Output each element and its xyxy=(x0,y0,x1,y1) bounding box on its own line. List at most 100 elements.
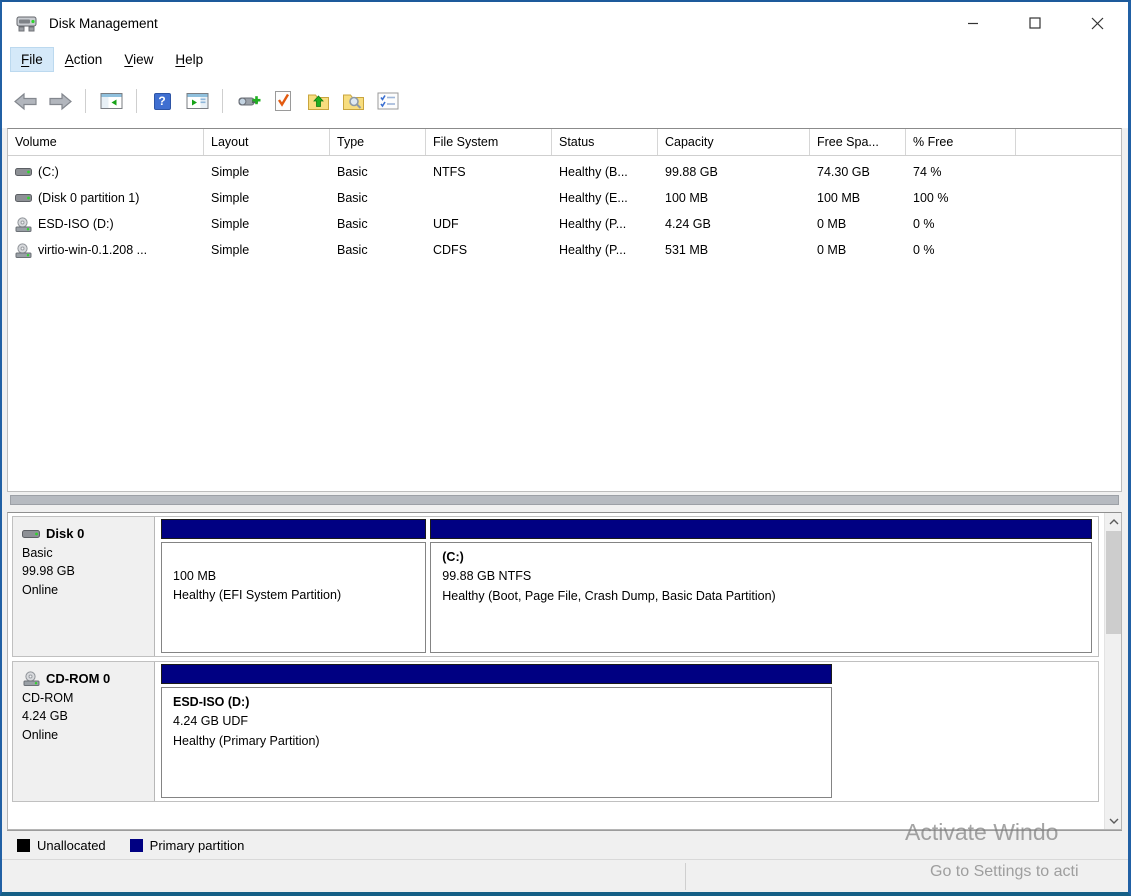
activate-windows-watermark-line1: Activate Windo xyxy=(905,819,1058,846)
disk0-row: Disk 0 Basic 99.98 GB Online 100 MB Heal… xyxy=(12,516,1099,657)
action-pane-icon xyxy=(186,92,209,110)
cdrom0-status: Online xyxy=(22,726,145,745)
volume-row-disk0-partition1[interactable]: (Disk 0 partition 1) Simple Basic Health… xyxy=(8,185,1121,211)
close-icon xyxy=(1091,17,1104,30)
disk-management-window: Disk Management File Action View Help xyxy=(0,0,1131,896)
menu-action[interactable]: Action xyxy=(54,47,114,72)
cdrom0-label-panel[interactable]: CD-ROM 0 CD-ROM 4.24 GB Online xyxy=(13,662,155,801)
disk0-size: 99.98 GB xyxy=(22,562,145,581)
console-tree-icon xyxy=(100,92,123,110)
toolbar-separator xyxy=(136,89,137,113)
back-arrow-icon xyxy=(13,92,38,111)
help-button[interactable] xyxy=(149,88,175,114)
volume-list-body: (C:) Simple Basic NTFS Healthy (B... 99.… xyxy=(8,156,1121,263)
column-header-capacity[interactable]: Capacity xyxy=(658,129,810,155)
disk0-type: Basic xyxy=(22,544,145,563)
partition-color-bar xyxy=(430,519,1091,539)
disk0-c-partition[interactable]: (C:) 99.88 GB NTFS Healthy (Boot, Page F… xyxy=(430,519,1091,653)
horizontal-scrollbar-thumb[interactable] xyxy=(10,495,1119,505)
folder-search-button[interactable] xyxy=(340,88,366,114)
scroll-up-button[interactable] xyxy=(1105,513,1122,530)
show-console-tree-button[interactable] xyxy=(98,88,124,114)
cdrom0-name: CD-ROM 0 xyxy=(46,669,110,689)
folder-up-icon xyxy=(307,91,330,111)
toolbar-separator xyxy=(85,89,86,113)
minimize-button[interactable] xyxy=(942,2,1004,44)
volume-row-c[interactable]: (C:) Simple Basic NTFS Healthy (B... 99.… xyxy=(8,159,1121,185)
menu-view[interactable]: View xyxy=(113,47,164,72)
disk0-partition-strip: 100 MB Healthy (EFI System Partition) (C… xyxy=(155,517,1098,656)
hard-disk-icon xyxy=(22,528,42,540)
help-icon xyxy=(154,93,171,110)
status-bar-divider xyxy=(685,863,686,890)
menu-file[interactable]: File xyxy=(10,47,54,72)
vertical-scrollbar[interactable] xyxy=(1104,513,1121,829)
partition-info-box[interactable]: ESD-ISO (D:) 4.24 GB UDF Healthy (Primar… xyxy=(161,687,832,798)
cd-rom-icon xyxy=(15,217,33,232)
partition-info-box[interactable]: (C:) 99.88 GB NTFS Healthy (Boot, Page F… xyxy=(430,542,1091,653)
volume-list-header: Volume Layout Type File System Status Ca… xyxy=(8,129,1121,156)
toolbar-separator xyxy=(222,89,223,113)
minimize-icon xyxy=(967,17,979,29)
hard-disk-icon xyxy=(15,192,33,204)
vertical-scrollbar-thumb[interactable] xyxy=(1106,531,1121,634)
scroll-down-button[interactable] xyxy=(1105,812,1122,829)
column-header-empty xyxy=(1016,129,1121,155)
view-options-button[interactable] xyxy=(375,88,401,114)
unallocated-swatch xyxy=(17,839,30,852)
check-document-icon xyxy=(273,90,293,112)
caption-buttons xyxy=(942,2,1128,44)
column-header-type[interactable]: Type xyxy=(330,129,426,155)
column-header-status[interactable]: Status xyxy=(552,129,658,155)
column-header-volume[interactable]: Volume xyxy=(8,129,204,155)
column-header-free-space[interactable]: Free Spa... xyxy=(810,129,906,155)
cd-rom-icon xyxy=(15,243,33,258)
disk-management-app-icon xyxy=(15,13,39,33)
disk0-name: Disk 0 xyxy=(46,524,84,544)
forward-button[interactable] xyxy=(47,88,73,114)
connect-computer-button[interactable] xyxy=(235,88,261,114)
legend-unallocated: Unallocated xyxy=(17,838,106,853)
legend-primary-partition: Primary partition xyxy=(130,838,245,853)
check-document-button[interactable] xyxy=(270,88,296,114)
cdrom0-size: 4.24 GB xyxy=(22,707,145,726)
activate-windows-watermark-line2: Go to Settings to acti xyxy=(930,863,1079,881)
toolbar xyxy=(2,74,1128,128)
graphical-view: Disk 0 Basic 99.98 GB Online 100 MB Heal… xyxy=(7,512,1122,830)
back-button[interactable] xyxy=(12,88,38,114)
window-title: Disk Management xyxy=(49,16,158,31)
disk0-label-panel[interactable]: Disk 0 Basic 99.98 GB Online xyxy=(13,517,155,656)
cdrom0-row: CD-ROM 0 CD-ROM 4.24 GB Online ESD-ISO (… xyxy=(12,661,1099,802)
menu-help[interactable]: Help xyxy=(164,47,214,72)
column-header-file-system[interactable]: File System xyxy=(426,129,552,155)
horizontal-scrollbar[interactable] xyxy=(7,492,1122,508)
cdrom0-esd-iso-partition[interactable]: ESD-ISO (D:) 4.24 GB UDF Healthy (Primar… xyxy=(161,664,832,798)
column-header-layout[interactable]: Layout xyxy=(204,129,330,155)
view-options-icon xyxy=(377,92,399,110)
title-bar: Disk Management xyxy=(2,2,1128,44)
close-button[interactable] xyxy=(1066,2,1128,44)
folder-up-button[interactable] xyxy=(305,88,331,114)
partition-color-bar xyxy=(161,519,426,539)
maximize-button[interactable] xyxy=(1004,2,1066,44)
volume-list: Volume Layout Type File System Status Ca… xyxy=(7,128,1122,492)
hard-disk-icon xyxy=(15,166,33,178)
cdrom0-type: CD-ROM xyxy=(22,689,145,708)
menu-bar: File Action View Help xyxy=(2,44,1128,74)
folder-search-icon xyxy=(342,91,365,111)
disk0-efi-partition[interactable]: 100 MB Healthy (EFI System Partition) xyxy=(161,519,426,653)
disk0-status: Online xyxy=(22,581,145,600)
maximize-icon xyxy=(1029,17,1041,29)
chevron-down-icon xyxy=(1109,818,1119,824)
primary-partition-swatch xyxy=(130,839,143,852)
show-action-pane-button[interactable] xyxy=(184,88,210,114)
volume-row-virtio-win[interactable]: virtio-win-0.1.208 ... Simple Basic CDFS… xyxy=(8,237,1121,263)
forward-arrow-icon xyxy=(48,92,73,111)
cd-rom-icon xyxy=(22,671,42,686)
cdrom0-partition-strip: ESD-ISO (D:) 4.24 GB UDF Healthy (Primar… xyxy=(155,662,1098,801)
column-header-pct-free[interactable]: % Free xyxy=(906,129,1016,155)
volume-row-esd-iso[interactable]: ESD-ISO (D:) Simple Basic UDF Healthy (P… xyxy=(8,211,1121,237)
partition-color-bar xyxy=(161,664,832,684)
chevron-up-icon xyxy=(1109,519,1119,525)
partition-info-box[interactable]: 100 MB Healthy (EFI System Partition) xyxy=(161,542,426,653)
